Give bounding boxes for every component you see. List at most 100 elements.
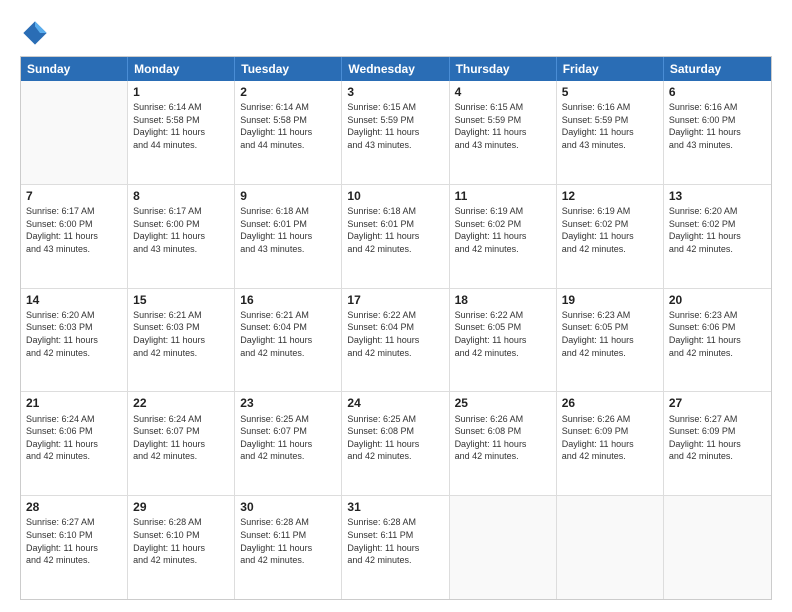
day-number: 4	[455, 84, 551, 100]
calendar-cell: 16Sunrise: 6:21 AM Sunset: 6:04 PM Dayli…	[235, 289, 342, 392]
day-number: 12	[562, 188, 658, 204]
calendar-row: 28Sunrise: 6:27 AM Sunset: 6:10 PM Dayli…	[21, 495, 771, 599]
cell-info: Sunrise: 6:20 AM Sunset: 6:02 PM Dayligh…	[669, 205, 766, 255]
day-number: 26	[562, 395, 658, 411]
calendar-cell: 24Sunrise: 6:25 AM Sunset: 6:08 PM Dayli…	[342, 392, 449, 495]
calendar-row: 14Sunrise: 6:20 AM Sunset: 6:03 PM Dayli…	[21, 288, 771, 392]
cell-info: Sunrise: 6:21 AM Sunset: 6:03 PM Dayligh…	[133, 309, 229, 359]
day-number: 22	[133, 395, 229, 411]
calendar-cell: 13Sunrise: 6:20 AM Sunset: 6:02 PM Dayli…	[664, 185, 771, 288]
cell-info: Sunrise: 6:25 AM Sunset: 6:08 PM Dayligh…	[347, 413, 443, 463]
day-number: 25	[455, 395, 551, 411]
cell-info: Sunrise: 6:23 AM Sunset: 6:05 PM Dayligh…	[562, 309, 658, 359]
day-number: 19	[562, 292, 658, 308]
calendar-header-cell: Saturday	[664, 57, 771, 81]
calendar: SundayMondayTuesdayWednesdayThursdayFrid…	[20, 56, 772, 600]
cell-info: Sunrise: 6:28 AM Sunset: 6:10 PM Dayligh…	[133, 516, 229, 566]
calendar-cell: 23 Sunrise: 6:25 AM Sunset: 6:07 PM Dayli…	[235, 392, 342, 495]
calendar-cell: 14Sunrise: 6:20 AM Sunset: 6:03 PM Dayli…	[21, 289, 128, 392]
cell-info: Sunrise: 6:16 AM Sunset: 5:59 PM Dayligh…	[562, 101, 658, 151]
day-number: 14	[26, 292, 122, 308]
calendar-cell: 8Sunrise: 6:17 AM Sunset: 6:00 PM Daylig…	[128, 185, 235, 288]
calendar-header-cell: Sunday	[21, 57, 128, 81]
day-number: 11	[455, 188, 551, 204]
cell-info: Sunrise: 6:28 AM Sunset: 6:11 PM Dayligh…	[347, 516, 443, 566]
calendar-cell: 19Sunrise: 6:23 AM Sunset: 6:05 PM Dayli…	[557, 289, 664, 392]
calendar-cell: 11Sunrise: 6:19 AM Sunset: 6:02 PM Dayli…	[450, 185, 557, 288]
cell-info: Sunrise: 6:17 AM Sunset: 6:00 PM Dayligh…	[26, 205, 122, 255]
logo-icon	[20, 18, 50, 48]
calendar-cell: 5Sunrise: 6:16 AM Sunset: 5:59 PM Daylig…	[557, 81, 664, 184]
cell-info: Sunrise: 6:27 AM Sunset: 6:10 PM Dayligh…	[26, 516, 122, 566]
cell-info: Sunrise: 6:18 AM Sunset: 6:01 PM Dayligh…	[347, 205, 443, 255]
calendar-header-cell: Tuesday	[235, 57, 342, 81]
cell-info: Sunrise: 6:17 AM Sunset: 6:00 PM Dayligh…	[133, 205, 229, 255]
calendar-cell: 2Sunrise: 6:14 AM Sunset: 5:58 PM Daylig…	[235, 81, 342, 184]
calendar-cell: 3Sunrise: 6:15 AM Sunset: 5:59 PM Daylig…	[342, 81, 449, 184]
calendar-cell: 30Sunrise: 6:28 AM Sunset: 6:11 PM Dayli…	[235, 496, 342, 599]
header	[20, 18, 772, 48]
calendar-row: 21 Sunrise: 6:24 AM Sunset: 6:06 PM Dayli…	[21, 391, 771, 495]
calendar-cell: 29Sunrise: 6:28 AM Sunset: 6:10 PM Dayli…	[128, 496, 235, 599]
day-number: 7	[26, 188, 122, 204]
cell-info: Sunrise: 6:20 AM Sunset: 6:03 PM Dayligh…	[26, 309, 122, 359]
calendar-header-cell: Monday	[128, 57, 235, 81]
calendar-cell: 18Sunrise: 6:22 AM Sunset: 6:05 PM Dayli…	[450, 289, 557, 392]
day-number: 15	[133, 292, 229, 308]
calendar-body: 1Sunrise: 6:14 AM Sunset: 5:58 PM Daylig…	[21, 81, 771, 599]
cell-info: Sunrise: 6:23 AM Sunset: 6:06 PM Dayligh…	[669, 309, 766, 359]
day-number: 29	[133, 499, 229, 515]
cell-info: Sunrise: 6:16 AM Sunset: 6:00 PM Dayligh…	[669, 101, 766, 151]
calendar-cell: 17Sunrise: 6:22 AM Sunset: 6:04 PM Dayli…	[342, 289, 449, 392]
cell-info: Sunrise: 6:19 AM Sunset: 6:02 PM Dayligh…	[562, 205, 658, 255]
cell-info: Sunrise: 6:22 AM Sunset: 6:05 PM Dayligh…	[455, 309, 551, 359]
day-number: 2	[240, 84, 336, 100]
calendar-header: SundayMondayTuesdayWednesdayThursdayFrid…	[21, 57, 771, 81]
calendar-cell: 7Sunrise: 6:17 AM Sunset: 6:00 PM Daylig…	[21, 185, 128, 288]
day-number: 8	[133, 188, 229, 204]
cell-info: Sunrise: 6:15 AM Sunset: 5:59 PM Dayligh…	[455, 101, 551, 151]
cell-info: Sunrise: 6:21 AM Sunset: 6:04 PM Dayligh…	[240, 309, 336, 359]
calendar-cell: 21 Sunrise: 6:24 AM Sunset: 6:06 PM Dayli…	[21, 392, 128, 495]
day-number: 28	[26, 499, 122, 515]
calendar-cell: 26 Sunrise: 6:26 AM Sunset: 6:09 PM Dayli…	[557, 392, 664, 495]
cell-info: Sunrise: 6:19 AM Sunset: 6:02 PM Dayligh…	[455, 205, 551, 255]
cell-info: Sunrise: 6:24 AM Sunset: 6:07 PM Dayligh…	[133, 413, 229, 463]
cell-info: Sunrise: 6:24 AM Sunset: 6:06 PM Dayligh…	[26, 413, 122, 463]
day-number: 18	[455, 292, 551, 308]
calendar-cell	[664, 496, 771, 599]
calendar-header-cell: Wednesday	[342, 57, 449, 81]
day-number: 30	[240, 499, 336, 515]
day-number: 31	[347, 499, 443, 515]
cell-info: Sunrise: 6:26 AM Sunset: 6:08 PM Dayligh…	[455, 413, 551, 463]
calendar-cell: 1Sunrise: 6:14 AM Sunset: 5:58 PM Daylig…	[128, 81, 235, 184]
page: SundayMondayTuesdayWednesdayThursdayFrid…	[0, 0, 792, 612]
calendar-row: 7Sunrise: 6:17 AM Sunset: 6:00 PM Daylig…	[21, 184, 771, 288]
cell-info: Sunrise: 6:25 AM Sunset: 6:07 PM Dayligh…	[240, 413, 336, 463]
day-number: 9	[240, 188, 336, 204]
calendar-cell	[21, 81, 128, 184]
day-number: 10	[347, 188, 443, 204]
calendar-row: 1Sunrise: 6:14 AM Sunset: 5:58 PM Daylig…	[21, 81, 771, 184]
calendar-cell: 4Sunrise: 6:15 AM Sunset: 5:59 PM Daylig…	[450, 81, 557, 184]
calendar-cell: 22 Sunrise: 6:24 AM Sunset: 6:07 PM Dayli…	[128, 392, 235, 495]
cell-info: Sunrise: 6:26 AM Sunset: 6:09 PM Dayligh…	[562, 413, 658, 463]
calendar-cell: 10Sunrise: 6:18 AM Sunset: 6:01 PM Dayli…	[342, 185, 449, 288]
calendar-cell	[557, 496, 664, 599]
calendar-cell: 15Sunrise: 6:21 AM Sunset: 6:03 PM Dayli…	[128, 289, 235, 392]
calendar-cell: 27Sunrise: 6:27 AM Sunset: 6:09 PM Dayli…	[664, 392, 771, 495]
cell-info: Sunrise: 6:27 AM Sunset: 6:09 PM Dayligh…	[669, 413, 766, 463]
logo	[20, 18, 54, 48]
calendar-cell: 31Sunrise: 6:28 AM Sunset: 6:11 PM Dayli…	[342, 496, 449, 599]
calendar-cell	[450, 496, 557, 599]
day-number: 5	[562, 84, 658, 100]
day-number: 17	[347, 292, 443, 308]
calendar-cell: 28Sunrise: 6:27 AM Sunset: 6:10 PM Dayli…	[21, 496, 128, 599]
calendar-header-cell: Thursday	[450, 57, 557, 81]
cell-info: Sunrise: 6:15 AM Sunset: 5:59 PM Dayligh…	[347, 101, 443, 151]
cell-info: Sunrise: 6:18 AM Sunset: 6:01 PM Dayligh…	[240, 205, 336, 255]
day-number: 13	[669, 188, 766, 204]
calendar-cell: 25 Sunrise: 6:26 AM Sunset: 6:08 PM Dayli…	[450, 392, 557, 495]
day-number: 23	[240, 395, 336, 411]
day-number: 21	[26, 395, 122, 411]
